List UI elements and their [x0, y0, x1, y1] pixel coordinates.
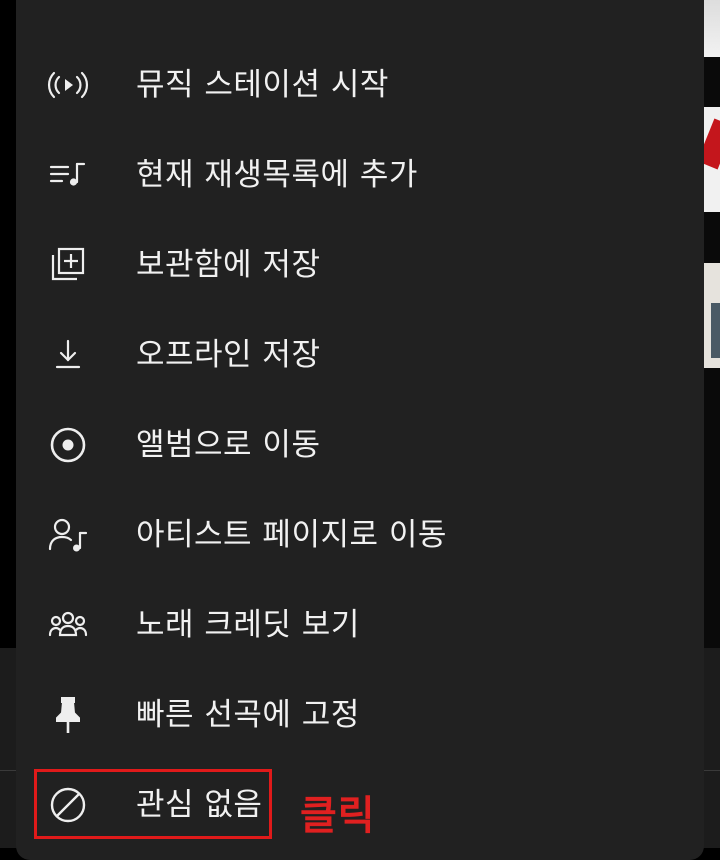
radio-broadcast-icon: [46, 63, 90, 107]
menu-item-label: 뮤직 스테이션 시작: [136, 67, 389, 103]
click-highlight-box: [34, 769, 272, 839]
download-icon: [46, 333, 90, 377]
menu-item-go-to-album[interactable]: 앨범으로 이동: [16, 400, 690, 490]
menu-item-label: 빠른 선곡에 고정: [136, 697, 360, 733]
library-add-icon: [46, 243, 90, 287]
add-to-queue-icon: [46, 153, 90, 197]
menu-item-label: 아티스트 페이지로 이동: [136, 517, 447, 553]
menu-item-go-to-artist[interactable]: 아티스트 페이지로 이동: [16, 490, 690, 580]
background-thumbnail: [703, 0, 720, 57]
click-annotation: 클릭: [300, 793, 376, 839]
menu-item-download[interactable]: 오프라인 저장: [16, 310, 690, 400]
menu-item-label: 앨범으로 이동: [136, 427, 321, 463]
menu-item-label: 보관함에 저장: [136, 247, 321, 283]
background-thumbnail: [703, 107, 720, 212]
pin-icon: [46, 693, 90, 737]
menu-item-label: 오프라인 저장: [136, 337, 321, 373]
menu-item-label: 노래 크레딧 보기: [136, 607, 360, 643]
background-thumbnail: [703, 263, 720, 368]
menu-item-start-radio[interactable]: 뮤직 스테이션 시작: [16, 40, 690, 130]
menu-item-label: 현재 재생목록에 추가: [136, 157, 418, 193]
menu-item-add-to-queue[interactable]: 현재 재생목록에 추가: [16, 130, 690, 220]
menu-item-song-credits[interactable]: 노래 크레딧 보기: [16, 580, 690, 670]
artist-icon: [46, 513, 90, 557]
people-icon: [46, 603, 90, 647]
menu-item-pin-to-quick-picks[interactable]: 빠른 선곡에 고정: [16, 670, 690, 760]
album-icon: [46, 423, 90, 467]
menu-item-save-to-library[interactable]: 보관함에 저장: [16, 220, 690, 310]
